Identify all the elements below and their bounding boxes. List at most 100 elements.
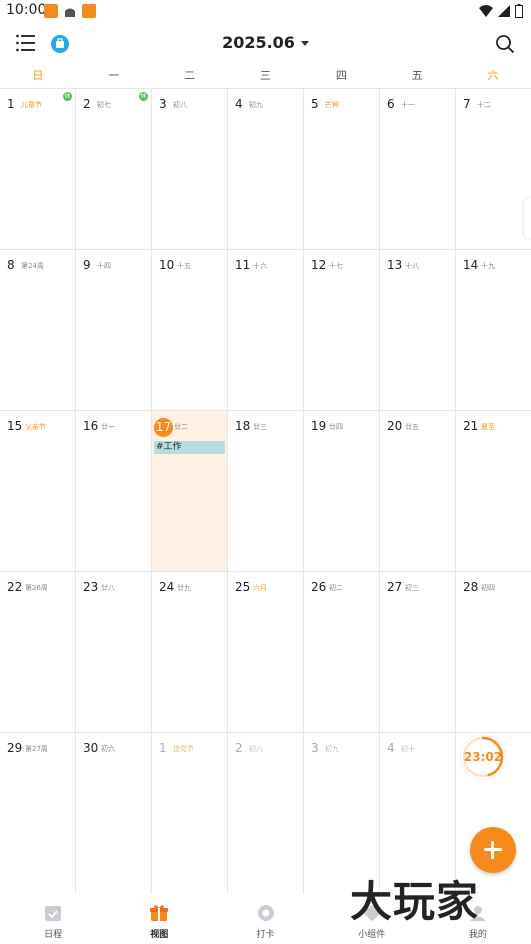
week-row: 29 第27周 30 初六 1 建党节 2 初八 3 初九 4 初十 (0, 733, 531, 894)
day-cell[interactable]: 15 父亲节 (0, 411, 76, 571)
month-selector[interactable]: 2025.06 (0, 33, 531, 52)
day-cell[interactable]: 5 芒种 (304, 89, 380, 249)
chevron-down-icon (300, 41, 309, 46)
date-number: 22 (7, 580, 23, 594)
day-cell[interactable]: 19 廿四 (304, 411, 380, 571)
day-cell[interactable]: 12 十七 (304, 250, 380, 410)
lunar-date-label: 十六 (253, 262, 267, 270)
month-grid: 1 儿童节休 2 初七休 3 初八 4 初九 5 芒种 6 十一 7 十二 8 第24周 9 十四 10 十五 11 十六… (0, 88, 531, 895)
day-cell[interactable]: 10 十五 (152, 250, 228, 410)
day-cell[interactable]: 24 廿九 (152, 572, 228, 732)
add-event-button[interactable] (470, 827, 516, 873)
nav-item-widgets[interactable]: 小组件 (319, 894, 425, 944)
search-button[interactable] (495, 34, 515, 54)
checkin-icon (257, 905, 274, 921)
lunar-date-label: 第24周 (21, 262, 44, 270)
app-notification-icon-2 (82, 4, 96, 18)
day-cell[interactable]: 4 初十 (380, 733, 456, 894)
date-number: 24 (159, 580, 175, 594)
app-notification-icon (44, 4, 58, 18)
date-number: 13 (387, 258, 403, 272)
day-cell[interactable]: 30 初六 (76, 733, 152, 894)
festival-label: 建党节 (173, 745, 194, 753)
date-number: 23 (83, 580, 99, 594)
date-number: 3 (159, 97, 167, 111)
date-number: 25 (235, 580, 251, 594)
day-cell[interactable]: 3 初八 (152, 89, 228, 249)
day-cell-today[interactable]: 17 廿二 #工作 (152, 411, 228, 571)
day-cell[interactable]: 29 第27周 (0, 733, 76, 894)
lunar-date-label: 十二 (477, 101, 491, 109)
day-cell[interactable]: 11 十六 (228, 250, 304, 410)
weekday-label: 三 (260, 69, 271, 82)
profile-icon (469, 906, 486, 921)
date-number: 5 (311, 97, 319, 111)
status-time: 10:00 (6, 2, 47, 18)
widget-icon (364, 905, 380, 921)
lunar-date-label: 廿九 (177, 584, 191, 592)
day-cell[interactable]: 25 六月 (228, 572, 304, 732)
lunar-date-label: 第26周 (25, 584, 48, 592)
day-cell[interactable]: 1 儿童节 休 (0, 89, 76, 249)
lunar-date-label: 第27周 (25, 745, 48, 753)
date-number: 29 (7, 741, 23, 755)
day-cell[interactable]: 2 初七 休 (76, 89, 152, 249)
date-number: 20 (387, 419, 403, 433)
date-number: 18 (235, 419, 251, 433)
bottom-nav: 日程 视图 打卡 小组件 我的 (0, 894, 531, 944)
nav-item-view[interactable]: 视图 (106, 894, 212, 944)
lunar-date-label: 初二 (329, 584, 343, 592)
nav-item-profile[interactable]: 我的 (425, 894, 531, 944)
lunar-date-label: 初十 (401, 745, 415, 753)
holiday-rest-badge: 休 (63, 92, 72, 101)
date-number: 30 (83, 741, 99, 755)
day-cell[interactable]: 23 廿八 (76, 572, 152, 732)
day-cell[interactable]: 26 初二 (304, 572, 380, 732)
lunar-date-label: 十四 (97, 262, 111, 270)
day-cell[interactable]: 7 十二 (456, 89, 531, 249)
day-cell[interactable]: 8 第24周 (0, 250, 76, 410)
nav-item-checkin[interactable]: 打卡 (212, 894, 318, 944)
festival-label: 芒种 (325, 101, 339, 109)
nav-label: 日程 (44, 930, 63, 940)
day-cell[interactable]: 18 廿三 (228, 411, 304, 571)
focus-timer[interactable]: 23:02 (461, 735, 505, 779)
day-cell[interactable]: 20 廿五 (380, 411, 456, 571)
signal-icon (498, 5, 510, 17)
day-cell[interactable]: 14 十九 (456, 250, 531, 410)
date-number: 16 (83, 419, 99, 433)
gift-view-icon (150, 905, 169, 921)
day-cell[interactable]: 9 十四 (76, 250, 152, 410)
date-number: 28 (463, 580, 479, 594)
lunar-date-label: 廿八 (101, 584, 115, 592)
festival-label: 夏至 (481, 423, 495, 431)
day-cell[interactable]: 28 初四 (456, 572, 531, 732)
day-cell[interactable]: 27 初三 (380, 572, 456, 732)
day-cell[interactable]: 2 初八 (228, 733, 304, 894)
status-bar: 10:00 (0, 0, 531, 24)
app-bar: 2025.06 (0, 24, 531, 64)
day-cell[interactable]: 13 十八 (380, 250, 456, 410)
side-drawer-handle[interactable] (524, 198, 531, 238)
lunar-date-label: 廿一 (101, 423, 115, 431)
nav-label: 小组件 (358, 930, 386, 940)
festival-label: 六月 (253, 584, 267, 592)
day-cell[interactable]: 3 初九 (304, 733, 380, 894)
day-cell[interactable]: 16 廿一 (76, 411, 152, 571)
date-number: 4 (235, 97, 243, 111)
day-cell[interactable]: 22 第26周 (0, 572, 76, 732)
day-cell[interactable]: 1 建党节 (152, 733, 228, 894)
festival-label: 父亲节 (25, 423, 46, 431)
weekday-label: 五 (411, 69, 423, 82)
lunar-date-label: 初九 (325, 745, 339, 753)
date-number: 10 (159, 258, 175, 272)
day-cell[interactable]: 4 初九 (228, 89, 304, 249)
day-cell[interactable]: 6 十一 (380, 89, 456, 249)
timer-text: 23:02 (463, 750, 503, 764)
weekday-label: 日 (32, 69, 44, 82)
event-chip[interactable]: #工作 (154, 441, 225, 454)
day-cell[interactable]: 21 夏至 (456, 411, 531, 571)
nav-label: 打卡 (256, 930, 275, 940)
date-number: 1 (159, 741, 167, 755)
nav-item-schedule[interactable]: 日程 (0, 894, 106, 944)
